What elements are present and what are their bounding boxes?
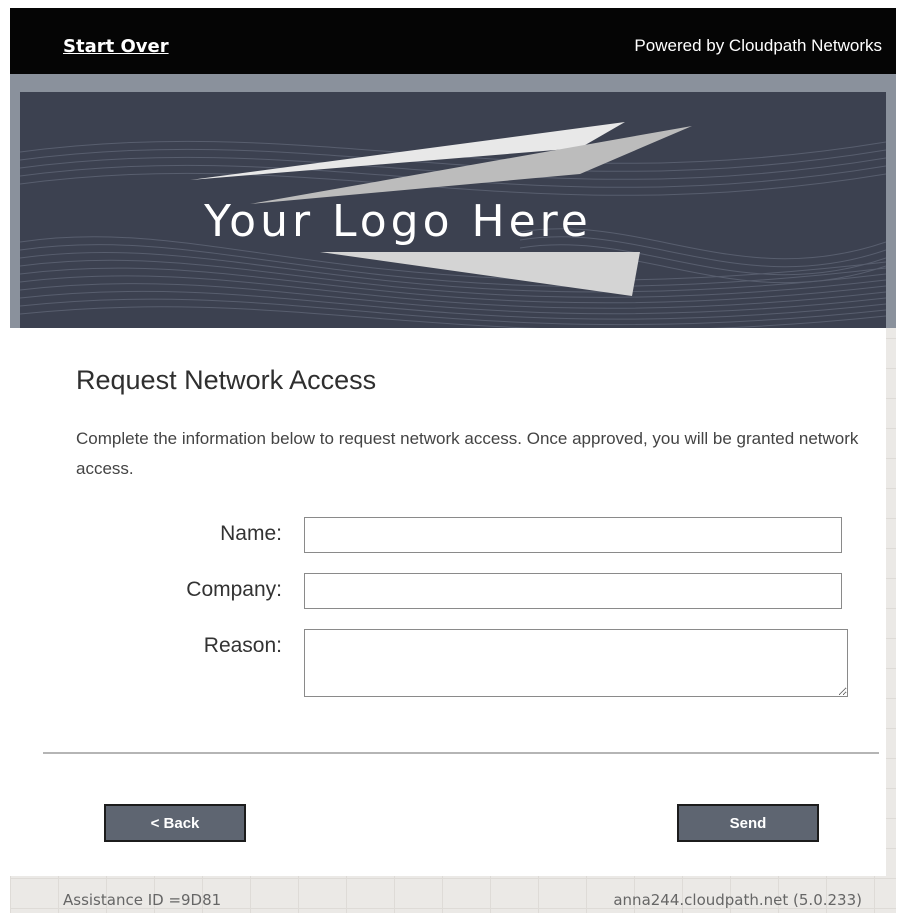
- assistance-id: Assistance ID =9D81: [63, 891, 222, 909]
- powered-by-text: Powered by Cloudpath Networks: [634, 36, 882, 55]
- footer: Assistance ID =9D81 anna244.cloudpath.ne…: [10, 876, 896, 913]
- company-label: Company:: [186, 578, 282, 601]
- logo-placeholder-text: Your Logo Here: [204, 196, 592, 247]
- top-bar: Start Over Powered by Cloudpath Networks: [10, 8, 896, 74]
- reason-label: Reason:: [203, 634, 282, 657]
- form-description: Complete the information below to reques…: [76, 429, 859, 478]
- banner-container: Your Logo Here: [10, 74, 896, 328]
- back-button[interactable]: < Back: [104, 804, 246, 842]
- form-divider: [43, 752, 879, 754]
- send-button[interactable]: Send: [677, 804, 819, 842]
- request-form-card: Request Network Access Complete the info…: [10, 328, 886, 876]
- logo-banner: Your Logo Here: [20, 92, 886, 328]
- portal-frame: Start Over Powered by Cloudpath Networks: [10, 8, 896, 913]
- page-title: Request Network Access: [76, 365, 377, 395]
- name-input[interactable]: [304, 517, 842, 553]
- reason-textarea[interactable]: [304, 629, 848, 697]
- start-over-link[interactable]: Start Over: [63, 36, 169, 57]
- company-input[interactable]: [304, 573, 842, 609]
- name-label: Name:: [220, 522, 282, 545]
- host-version: anna244.cloudpath.net (5.0.233): [613, 891, 862, 909]
